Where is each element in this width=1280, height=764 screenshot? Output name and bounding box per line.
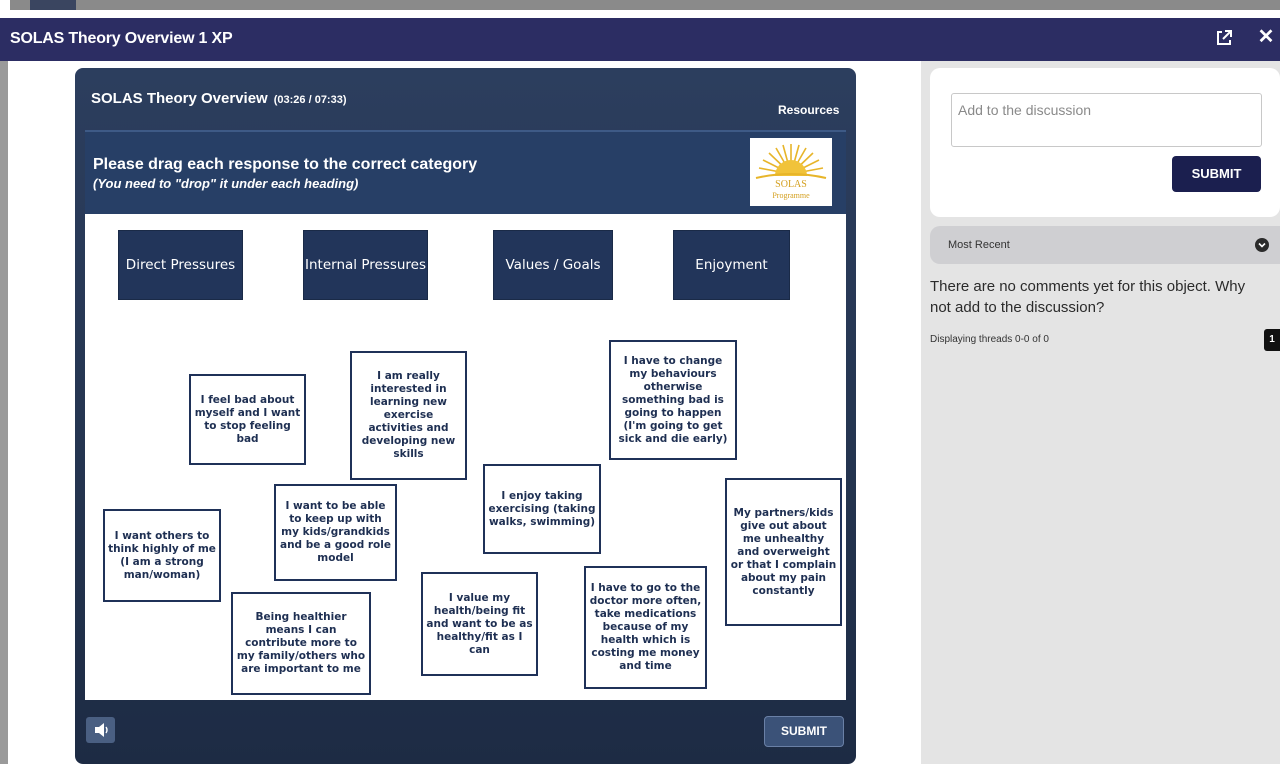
response-card[interactable]: I enjoy taking exercising (taking walks,… — [483, 464, 601, 554]
modal-title-bar: SOLAS Theory Overview 1 XP ✕ — [0, 18, 1280, 61]
response-card[interactable]: My partners/kids give out about me unhea… — [725, 478, 842, 626]
modal-title: SOLAS Theory Overview 1 XP — [10, 30, 233, 47]
left-edge — [0, 61, 8, 764]
category-direct-pressures[interactable]: Direct Pressures — [118, 230, 243, 300]
resources-link[interactable]: Resources — [778, 103, 839, 117]
instruction-subtext: (You need to "drop" it under each headin… — [93, 176, 359, 191]
discussion-box: SUBMIT — [930, 68, 1280, 217]
response-card[interactable]: Being healthier means I can contribute m… — [231, 592, 371, 695]
slide-header: Please drag each response to the correct… — [85, 130, 846, 214]
discussion-input[interactable] — [951, 93, 1262, 147]
sun-logo-icon — [755, 144, 827, 179]
solas-logo: SOLAS Programme — [750, 138, 832, 206]
browser-tab — [30, 0, 76, 10]
response-card[interactable]: I want to be able to keep up with my kid… — [274, 484, 397, 581]
sort-label: Most Recent — [948, 239, 1010, 251]
category-enjoyment[interactable]: Enjoyment — [673, 230, 790, 300]
instruction-text: Please drag each response to the correct… — [93, 156, 478, 173]
chevron-down-icon — [1255, 238, 1269, 252]
player-title: SOLAS Theory Overview (03:26 / 07:33) — [91, 90, 347, 107]
page-button[interactable]: 1 — [1264, 329, 1280, 351]
player-title-text: SOLAS Theory Overview — [91, 90, 268, 107]
response-card[interactable]: I want others to think highly of me (I a… — [103, 509, 221, 602]
player-time: (03:26 / 07:33) — [273, 94, 347, 106]
discussion-submit-button[interactable]: SUBMIT — [1172, 156, 1261, 192]
empty-comments-message: There are no comments yet for this objec… — [930, 278, 1246, 316]
external-link-icon[interactable] — [1214, 28, 1234, 48]
sort-dropdown[interactable]: Most Recent — [930, 226, 1280, 264]
response-card[interactable]: I have to go to the doctor more often, t… — [584, 566, 707, 689]
logo-subtext: Programme — [772, 191, 810, 200]
response-card[interactable]: I have to change my behaviours otherwise… — [609, 340, 737, 460]
drag-drop-canvas: Direct Pressures Internal Pressures Valu… — [85, 214, 846, 700]
speaker-icon[interactable] — [86, 717, 115, 743]
close-icon[interactable]: ✕ — [1255, 26, 1277, 48]
logo-text: SOLAS — [775, 179, 807, 190]
player-submit-button[interactable]: SUBMIT — [764, 716, 844, 747]
response-card[interactable]: I am really interested in learning new e… — [350, 351, 467, 480]
response-card[interactable]: I feel bad about myself and I want to st… — [189, 374, 306, 465]
browser-bar — [10, 0, 1280, 10]
category-values-goals[interactable]: Values / Goals — [493, 230, 613, 300]
top-strip — [0, 0, 1280, 10]
category-internal-pressures[interactable]: Internal Pressures — [303, 230, 428, 300]
threads-info: Displaying threads 0-0 of 0 — [930, 334, 1049, 345]
video-player: SOLAS Theory Overview (03:26 / 07:33) Res… — [75, 68, 856, 764]
response-card[interactable]: I value my health/being fit and want to … — [421, 572, 538, 676]
